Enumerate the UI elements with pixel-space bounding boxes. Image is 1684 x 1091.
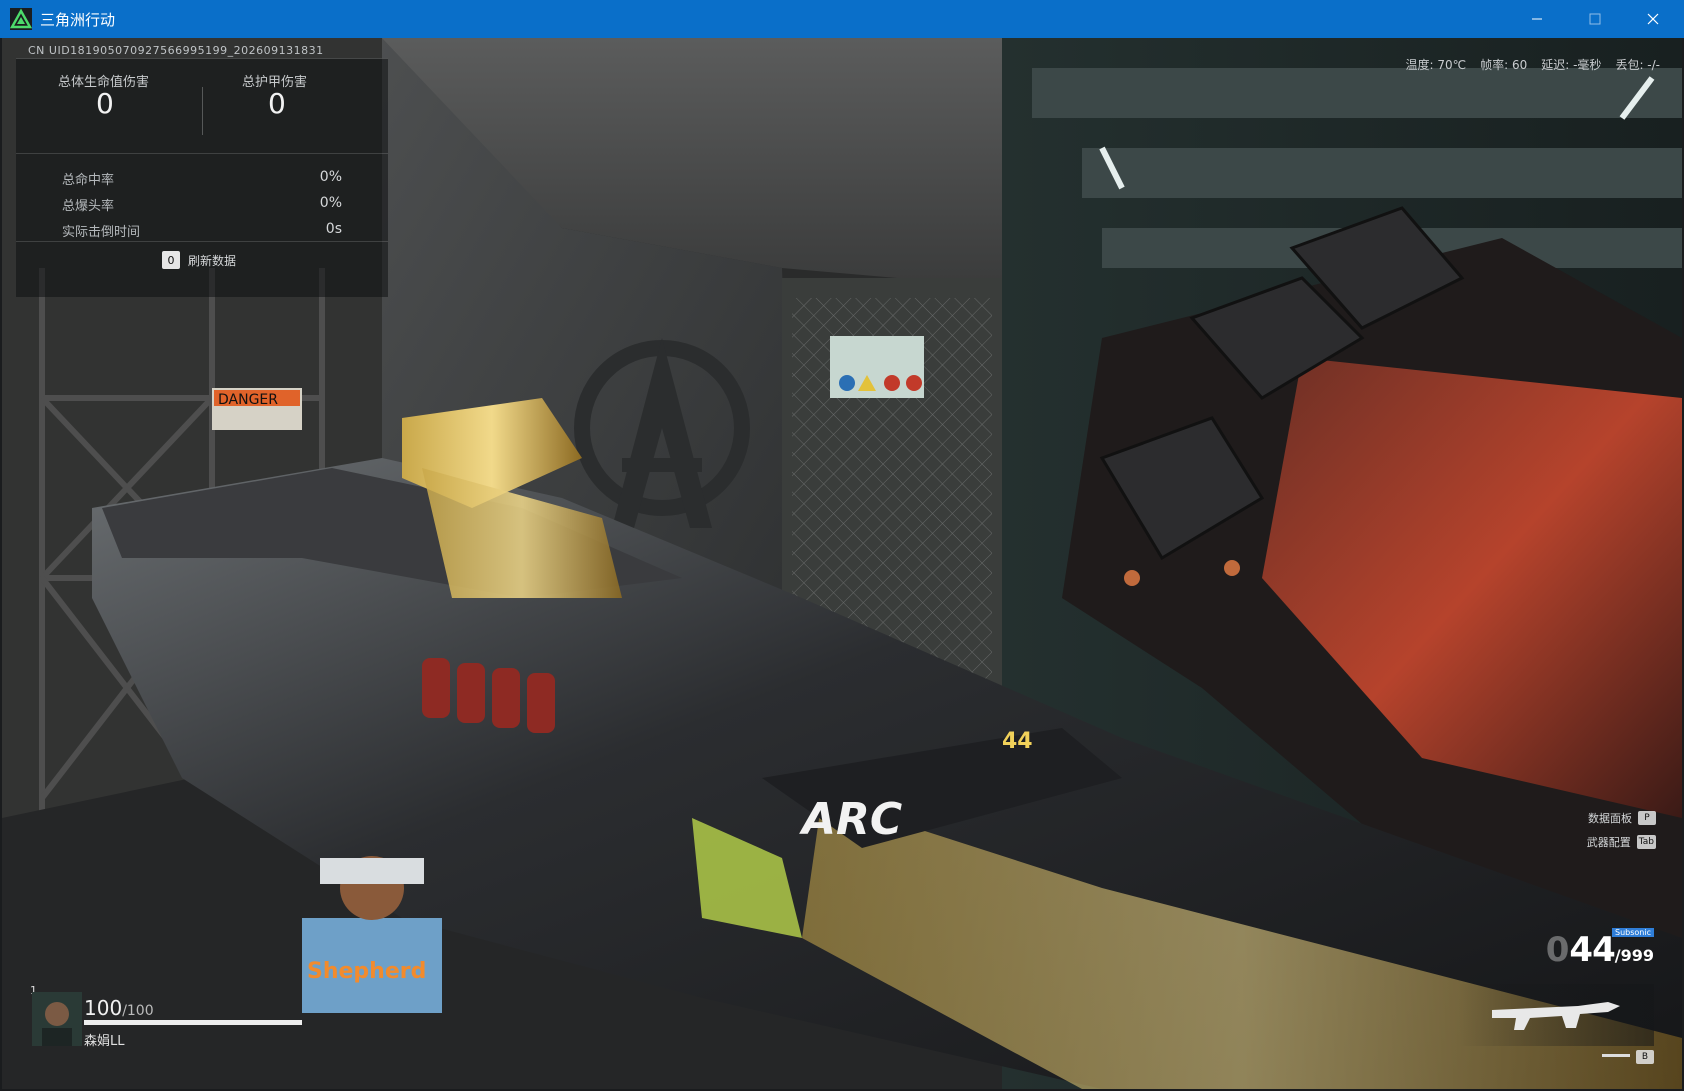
- minimize-button[interactable]: [1508, 0, 1566, 38]
- hit-rate-value: 0%: [319, 169, 342, 185]
- hint-weapon-config-label: 武器配置: [1586, 836, 1631, 849]
- hint-weapon-config-key: Tab: [1636, 835, 1656, 849]
- fire-mode-icon: [1602, 1054, 1630, 1057]
- weapon-slot: [1458, 984, 1654, 1046]
- ammo-type-badge: Subsonic: [1612, 928, 1654, 937]
- health-current: 100: [84, 996, 123, 1020]
- minimize-icon: [1532, 18, 1542, 20]
- player-uid: CN UID181905070927566995199_202609131831: [28, 44, 324, 57]
- time-to-kill-value: 0s: [325, 221, 342, 237]
- player-name: 森娟LL: [84, 1034, 125, 1049]
- game-viewport[interactable]: DANGER ARC 44 Shepherd CN UID18190507092…: [2, 38, 1682, 1089]
- title-bar[interactable]: 三角洲行动: [0, 0, 1684, 38]
- rifle-icon: [1492, 1002, 1620, 1030]
- ammo-counter: Subsonic 044/999: [1545, 928, 1654, 970]
- damage-stats-panel: 总体生命值伤害 0 总护甲伤害 0 总命中率 0% 总爆头率 0% 实际击倒时间…: [16, 58, 388, 297]
- window-title: 三角洲行动: [40, 10, 116, 29]
- total-hp-damage-value: 0: [96, 87, 114, 120]
- player-status: 1 100/100 森娟LL: [22, 978, 322, 1078]
- hint-data-panel-label: 数据面板: [1588, 812, 1632, 825]
- headshot-rate-value: 0%: [319, 195, 342, 211]
- stats-divider: [202, 87, 203, 135]
- weapon-number-text: 44: [1002, 729, 1033, 754]
- refresh-keybind[interactable]: 0: [162, 251, 180, 269]
- delta-force-logo-icon: [10, 8, 32, 30]
- performance-readout: 温度: 70℃ 帧率: 60 延迟: -毫秒 丢包: -/-: [1405, 56, 1660, 73]
- ammo-reserve: /999: [1614, 946, 1654, 965]
- ammo-leading-zero: 0: [1545, 930, 1570, 970]
- hint-weapon-config: 武器配置 Tab: [1587, 834, 1656, 850]
- maximize-icon: [1589, 13, 1601, 25]
- headshot-rate-label: 总爆头率: [62, 199, 115, 214]
- time-to-kill-label: 实际击倒时间: [62, 225, 141, 240]
- stats-divider: [16, 241, 388, 242]
- health-value: 100/100: [84, 996, 154, 1020]
- latency-readout: 延迟: -毫秒: [1541, 58, 1602, 72]
- close-button[interactable]: [1624, 0, 1682, 38]
- close-icon: [1647, 13, 1659, 25]
- fps-readout: 帧率: 60: [1480, 58, 1528, 72]
- game-window: 三角洲行动 DANGER ARC 44 Shepherd CN UID18190…: [0, 0, 1684, 1091]
- weapon-arc-text: ARC: [799, 794, 902, 845]
- operator-avatar: [32, 992, 82, 1046]
- hint-data-panel-key: P: [1638, 811, 1656, 825]
- health-bar: [84, 1020, 302, 1025]
- ammo-current: 44: [1569, 930, 1615, 970]
- charm-sticker-text: Shepherd: [307, 959, 426, 984]
- health-max: /100: [122, 1003, 154, 1019]
- packet-loss-readout: 丢包: -/-: [1615, 58, 1660, 72]
- stats-divider: [16, 153, 388, 154]
- hit-rate-label: 总命中率: [62, 173, 115, 188]
- fire-mode-indicator: B: [1602, 1050, 1654, 1064]
- health-bar-fill: [84, 1020, 302, 1025]
- fire-mode-key: B: [1636, 1050, 1654, 1064]
- danger-sign-text: DANGER: [218, 392, 278, 408]
- maximize-button[interactable]: [1566, 0, 1624, 38]
- hint-data-panel: 数据面板 P: [1588, 810, 1656, 826]
- total-armor-damage-value: 0: [268, 87, 286, 120]
- refresh-data-label[interactable]: 刷新数据: [188, 252, 236, 269]
- temperature-readout: 温度: 70℃: [1405, 58, 1467, 72]
